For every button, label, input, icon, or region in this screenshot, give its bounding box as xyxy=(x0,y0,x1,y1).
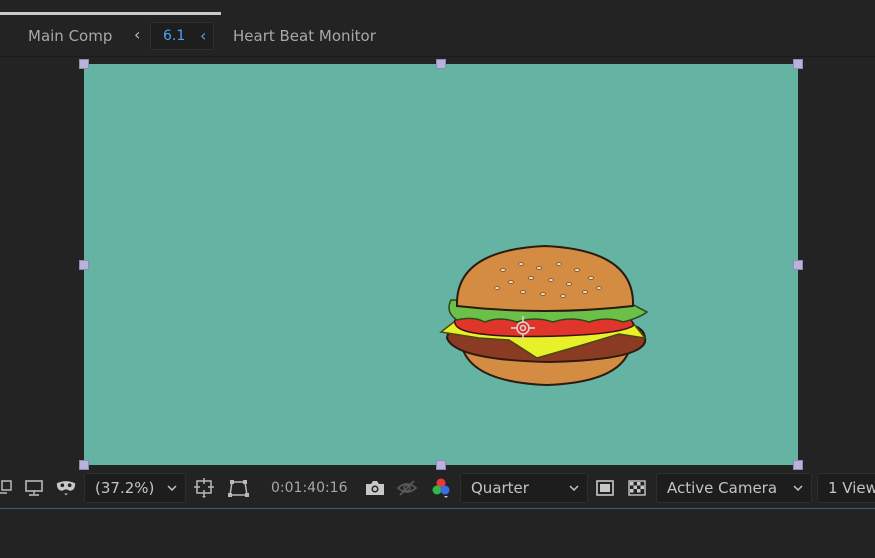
breadcrumb-current-label: 6.1 xyxy=(163,28,186,44)
composition-canvas[interactable] xyxy=(84,64,798,465)
resolution-dropdown[interactable]: Quarter xyxy=(460,473,588,503)
transform-handle-bottom-right[interactable] xyxy=(793,460,803,470)
current-timecode[interactable]: 0:01:40:16 xyxy=(271,480,348,496)
toggle-transparency-grid-icon[interactable] xyxy=(626,478,648,498)
viewer-area[interactable] xyxy=(0,57,875,470)
color-channels-icon[interactable] xyxy=(430,478,452,498)
layers-icon[interactable] xyxy=(0,478,16,498)
transform-handle-top-center[interactable] xyxy=(436,59,446,69)
breadcrumb-main-comp[interactable]: Main Comp xyxy=(28,27,112,45)
transform-handle-middle-right[interactable] xyxy=(793,260,803,270)
transparency-grid-icon[interactable] xyxy=(227,478,249,498)
resolution-value: Quarter xyxy=(471,479,529,497)
camera-snapshot-icon[interactable] xyxy=(364,478,386,498)
transform-handle-top-left[interactable] xyxy=(79,59,89,69)
fast-previews-icon[interactable] xyxy=(594,478,616,498)
zoom-value: (37.2%) xyxy=(95,479,155,497)
chevron-down-icon xyxy=(793,485,803,492)
chevron-down-icon xyxy=(167,485,177,492)
transform-handle-top-right[interactable] xyxy=(793,59,803,69)
view-layout-value: 1 View xyxy=(828,479,875,497)
region-of-interest-icon[interactable] xyxy=(193,478,215,498)
breadcrumb: Main Comp ‹ 6.1 ‹ Heart Beat Monitor xyxy=(0,16,875,56)
composition-viewer-panel: Main Comp ‹ 6.1 ‹ Heart Beat Monitor (37… xyxy=(0,0,875,558)
chevron-left-icon[interactable]: ‹ xyxy=(200,26,206,45)
timeline-panel-area xyxy=(0,509,875,558)
camera-view-dropdown[interactable]: Active Camera xyxy=(656,473,812,503)
chevron-left-icon[interactable]: ‹ xyxy=(134,25,140,44)
camera-view-value: Active Camera xyxy=(667,479,778,497)
transform-handle-middle-left[interactable] xyxy=(79,260,89,270)
view-layout-dropdown[interactable]: 1 View xyxy=(817,473,875,503)
show-snapshot-icon[interactable] xyxy=(396,478,418,498)
breadcrumb-current-comp[interactable]: 6.1 ‹ xyxy=(150,22,214,50)
mask-icon[interactable] xyxy=(55,478,77,498)
viewer-toolbar: (37.2%) 0:01:40:16 Quarter Active Camera… xyxy=(0,470,875,506)
hamburger-image[interactable] xyxy=(439,242,651,390)
transform-handle-bottom-center[interactable] xyxy=(436,460,446,470)
active-tab-indicator xyxy=(0,12,221,15)
breadcrumb-child-comp[interactable]: Heart Beat Monitor xyxy=(233,27,376,45)
monitor-icon[interactable] xyxy=(23,478,45,498)
zoom-dropdown[interactable]: (37.2%) xyxy=(84,473,186,503)
chevron-down-icon xyxy=(569,485,579,492)
transform-handle-bottom-left[interactable] xyxy=(79,460,89,470)
